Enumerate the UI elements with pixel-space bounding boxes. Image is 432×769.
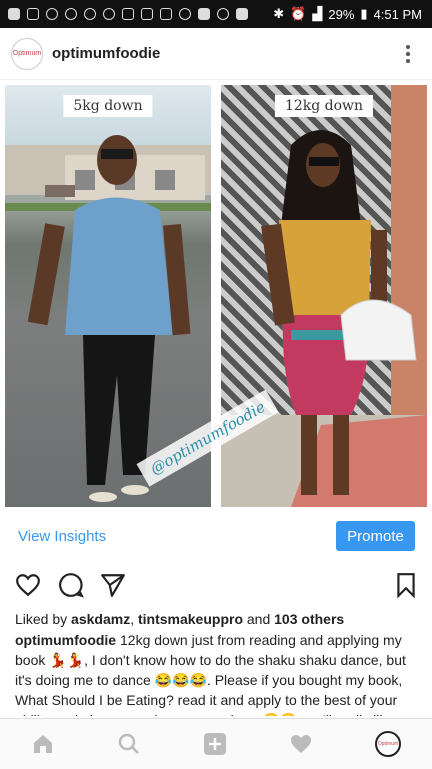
bluetooth-icon: ✱ — [273, 6, 285, 21]
battery-icon: ▮ — [360, 6, 368, 21]
likes-prefix: Liked by — [15, 611, 72, 627]
post-image[interactable]: 5kg down 12kg down @optimumfoodie — [0, 80, 432, 512]
mail-icon-2 — [141, 8, 153, 20]
dots-icon — [198, 8, 210, 20]
likes-and: and — [243, 611, 275, 627]
search-icon[interactable] — [117, 732, 141, 756]
instagram-icon — [65, 8, 77, 20]
home-icon[interactable] — [31, 732, 55, 756]
battery-percent: 29% — [328, 6, 355, 22]
caption-username[interactable]: optimumfoodie — [15, 632, 116, 648]
alarm-icon: ⏰ — [290, 6, 307, 21]
post-actions — [0, 560, 432, 610]
likes-separator: , — [130, 611, 138, 627]
after-photo: 12kg down — [221, 85, 427, 507]
instagram-icon-2 — [84, 8, 96, 20]
heart-icon[interactable] — [289, 732, 313, 756]
after-label: 12kg down — [274, 95, 374, 117]
post-caption: optimumfoodie 12kg down just from readin… — [15, 630, 417, 716]
comment-icon[interactable] — [58, 572, 84, 598]
notification-icons — [0, 8, 248, 20]
bookmark-icon[interactable] — [395, 572, 417, 598]
profile-avatar-text: Optimum — [377, 741, 399, 747]
bottom-nav: Optimum — [0, 718, 432, 769]
likes-others-link[interactable]: 103 others — [274, 611, 344, 627]
messages-icon — [8, 8, 20, 20]
sync-icon — [217, 8, 229, 20]
add-icon[interactable] — [203, 732, 227, 756]
liker-link-2[interactable]: tintsmakeuppro — [138, 611, 243, 627]
gallery-icon — [160, 8, 172, 20]
youtube-icon — [236, 8, 248, 20]
after-photo-illustration — [221, 85, 427, 507]
whatsapp-icon — [179, 8, 191, 20]
mail-icon — [122, 8, 134, 20]
alert-icon — [27, 8, 39, 20]
liker-link[interactable]: askdamz — [71, 611, 130, 627]
clock: 4:51 PM — [373, 6, 422, 22]
post-username[interactable]: optimumfoodie — [52, 45, 160, 62]
status-bar: ✱ ⏰ ▟ 29% ▮ 4:51 PM — [0, 0, 432, 28]
snapchat-icon — [46, 8, 58, 20]
system-status: ✱ ⏰ ▟ 29% ▮ 4:51 PM — [273, 6, 432, 22]
view-insights-link[interactable]: View Insights — [18, 528, 106, 545]
likes-line: Liked by askdamz, tintsmakeuppro and 103… — [15, 611, 344, 627]
before-label: 5kg down — [63, 95, 153, 117]
share-icon[interactable] — [100, 572, 126, 598]
like-heart-icon[interactable] — [15, 572, 41, 598]
instagram-icon-3 — [103, 8, 115, 20]
signal-icon: ▟ — [312, 6, 323, 21]
avatar-text: Optimum — [12, 50, 42, 57]
avatar[interactable]: Optimum — [11, 37, 43, 70]
more-options-icon[interactable] — [406, 44, 410, 63]
post-header: Optimum optimumfoodie — [0, 28, 432, 80]
profile-icon[interactable]: Optimum — [375, 731, 401, 757]
insights-row: View Insights Promote — [0, 512, 432, 560]
promote-button[interactable]: Promote — [336, 521, 415, 551]
